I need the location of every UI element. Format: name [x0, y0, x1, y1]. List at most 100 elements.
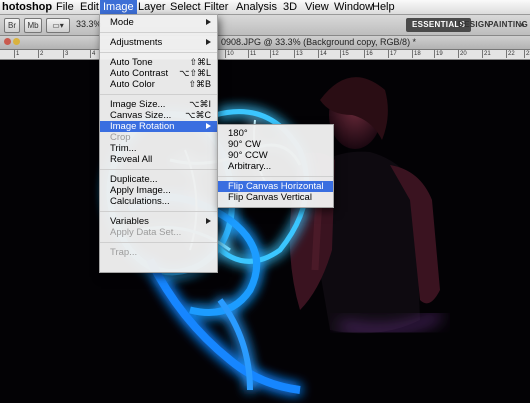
workspace-design[interactable]: DESIGN: [458, 18, 490, 32]
minibridge-button[interactable]: Mb: [24, 18, 42, 33]
ruler-tick: 18: [412, 50, 421, 58]
menu-item-image-rotation[interactable]: Image Rotation: [100, 121, 217, 132]
menu-item-apply-data-set: Apply Data Set...: [100, 227, 217, 238]
menu-item-image-size[interactable]: Image Size... ⌥⌘I: [100, 99, 217, 110]
menu-bar: hotoshop File Edit Image Layer Select Fi…: [0, 0, 530, 15]
view-extras-dropdown[interactable]: ▭▾: [46, 18, 70, 33]
ruler-tick: 2: [38, 50, 44, 58]
menu-item-label: Auto Color: [110, 79, 155, 90]
menu-item-90-cw[interactable]: 90° CW: [218, 139, 333, 150]
ruler-tick: 16: [364, 50, 373, 58]
ruler-tick: 4: [90, 50, 96, 58]
ruler-tick: 13: [294, 50, 303, 58]
menu-item-90-ccw[interactable]: 90° CCW: [218, 150, 333, 161]
menu-item-label: Variables: [110, 216, 149, 227]
menu-item-label: Canvas Size...: [110, 110, 172, 121]
document-canvas[interactable]: [0, 60, 530, 403]
menu-item-adjustments[interactable]: Adjustments: [100, 37, 217, 48]
submenu-arrow-icon: [206, 123, 211, 129]
menu-separator: [100, 32, 217, 33]
menubar-3d[interactable]: 3D: [283, 0, 297, 14]
horizontal-ruler[interactable]: 12341011121314151617181920212223: [0, 50, 530, 60]
menu-item-auto-tone[interactable]: Auto Tone ⇧⌘L: [100, 57, 217, 68]
menu-item-label: Image Size...: [110, 99, 166, 110]
ruler-tick: 17: [388, 50, 397, 58]
menu-separator: [100, 242, 217, 243]
submenu-arrow-icon: [206, 19, 211, 25]
menubar-view[interactable]: View: [305, 0, 329, 14]
menu-item-label: Mode: [110, 17, 134, 28]
menubar-window[interactable]: Window: [334, 0, 373, 14]
menu-item-mode[interactable]: Mode: [100, 17, 217, 28]
menubar-app-name[interactable]: hotoshop: [2, 0, 52, 14]
ruler-tick: 23: [524, 50, 530, 58]
application-bar: Br Mb ▭▾ 33.3% ESSENTIALS DESIGN PAINTIN…: [0, 15, 530, 36]
ruler-tick: 1: [14, 50, 20, 58]
menu-item-label: Reveal All: [110, 154, 153, 165]
submenu-arrow-icon: [206, 39, 211, 45]
submenu-arrow-icon: [206, 218, 211, 224]
menu-item-label: 90° CW: [228, 139, 261, 150]
menu-item-label: Crop: [110, 132, 131, 143]
workspace-more[interactable]: »: [520, 18, 525, 32]
menubar-filter[interactable]: Filter: [204, 0, 228, 14]
ruler-tick: 3: [63, 50, 69, 58]
menu-item-label: Auto Tone: [110, 57, 153, 68]
menu-item-auto-contrast[interactable]: Auto Contrast ⌥⇧⌘L: [100, 68, 217, 79]
menu-item-arbitrary[interactable]: Arbitrary...: [218, 161, 333, 172]
minimize-window-icon[interactable]: [13, 38, 20, 45]
menu-item-180[interactable]: 180°: [218, 128, 333, 139]
menubar-select[interactable]: Select: [170, 0, 201, 14]
menubar-edit[interactable]: Edit: [80, 0, 99, 14]
ruler-tick: 21: [482, 50, 491, 58]
menu-item-apply-image[interactable]: Apply Image...: [100, 185, 217, 196]
menu-item-variables[interactable]: Variables: [100, 216, 217, 227]
menu-item-duplicate[interactable]: Duplicate...: [100, 174, 217, 185]
menubar-file[interactable]: File: [56, 0, 74, 14]
menu-item-label: Flip Canvas Horizontal: [228, 181, 324, 192]
menubar-help[interactable]: Help: [372, 0, 395, 14]
menu-item-crop: Crop: [100, 132, 217, 143]
menu-item-label: Trap...: [110, 247, 138, 258]
bridge-icon[interactable]: Br: [4, 18, 20, 33]
minibridge-label: Mb: [27, 21, 39, 30]
document-title[interactable]: 0908.JPG @ 33.3% (Background copy, RGB/8…: [221, 36, 416, 49]
ruler-tick: 14: [318, 50, 327, 58]
close-window-icon[interactable]: [4, 38, 11, 45]
menu-item-label: Image Rotation: [110, 121, 175, 132]
menu-item-auto-color[interactable]: Auto Color ⇧⌘B: [100, 79, 217, 90]
menu-item-shortcut: ⌥⌘C: [185, 110, 211, 120]
menu-item-shortcut: ⇧⌘L: [189, 57, 211, 67]
ruler-tick: 15: [340, 50, 349, 58]
menu-item-label: 90° CCW: [228, 150, 268, 161]
menu-item-calculations[interactable]: Calculations...: [100, 196, 217, 207]
menu-item-reveal-all[interactable]: Reveal All: [100, 154, 217, 165]
menu-separator: [100, 94, 217, 95]
menu-item-shortcut: ⇧⌘B: [188, 79, 211, 89]
menu-item-label: Arbitrary...: [228, 161, 272, 172]
menu-item-trap: Trap...: [100, 247, 217, 258]
menubar-analysis[interactable]: Analysis: [236, 0, 277, 14]
menu-item-trim[interactable]: Trim...: [100, 143, 217, 154]
menu-item-shortcut: ⌥⌘I: [189, 99, 211, 109]
document-tab-bar: 0908.JPG @ 33.3% (Background copy, RGB/8…: [0, 36, 530, 50]
ruler-tick: 20: [458, 50, 467, 58]
menu-item-label: Auto Contrast: [110, 68, 169, 79]
menu-item-label: Apply Data Set...: [110, 227, 182, 238]
ruler-tick: 22: [506, 50, 515, 58]
menu-item-flip-canvas-horizontal[interactable]: Flip Canvas Horizontal: [218, 181, 333, 192]
menu-item-label: Trim...: [110, 143, 137, 154]
zoom-level[interactable]: 33.3%: [76, 19, 102, 29]
view-extras-icon: ▭▾: [52, 21, 64, 30]
ruler-tick: 19: [434, 50, 443, 58]
menu-item-label: Calculations...: [110, 196, 170, 207]
ruler-tick: 12: [270, 50, 279, 58]
menubar-layer[interactable]: Layer: [138, 0, 166, 14]
menubar-image[interactable]: Image: [100, 0, 137, 14]
menu-separator: [100, 169, 217, 170]
menu-item-label: Duplicate...: [110, 174, 158, 185]
menu-item-label: Adjustments: [110, 37, 163, 48]
photo-light-painting: [106, 77, 442, 394]
menu-item-canvas-size[interactable]: Canvas Size... ⌥⌘C: [100, 110, 217, 121]
menu-item-flip-canvas-vertical[interactable]: Flip Canvas Vertical: [218, 192, 333, 203]
